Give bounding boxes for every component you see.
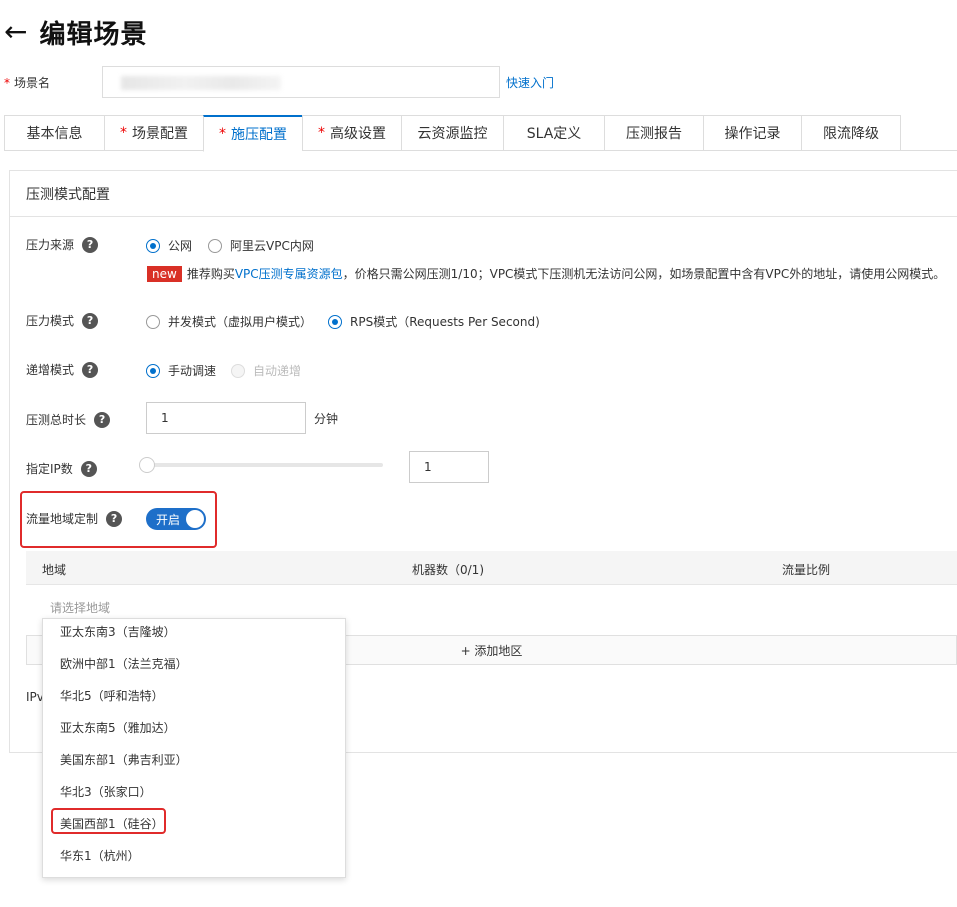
column-machine-count: 机器数（0/1) bbox=[412, 563, 484, 577]
tab-sla[interactable]: SLA定义 bbox=[503, 115, 604, 151]
notice-prefix: 推荐购买 bbox=[186, 267, 235, 281]
traffic-region-label: 流量地域定制 bbox=[26, 512, 99, 526]
highlight-us-west-1 bbox=[51, 808, 166, 834]
radio-dot bbox=[231, 363, 245, 378]
config-tabs: 基本信息 * 场景配置 * 施压配置 * 高级设置 云资源监控 SLA定义 压测报告 … bbox=[4, 115, 957, 152]
ramp-mode-label: 递增模式 bbox=[26, 363, 75, 377]
help-icon[interactable]: ? bbox=[82, 312, 99, 329]
traffic-region-row: 流量地域定制 ? bbox=[26, 510, 123, 527]
scene-name-label: * 场景名 bbox=[4, 75, 51, 90]
radio-vpc-network[interactable]: 阿里云VPC内网 bbox=[208, 237, 314, 254]
region-dropdown: 亚太东南3（吉隆坡） 欧洲中部1（法兰克福） 华北5（呼和浩特） 亚太东南5（雅… bbox=[42, 618, 346, 878]
radio-manual-speed[interactable]: 手动调速 bbox=[146, 362, 216, 379]
duration-row: 压测总时长 ? bbox=[26, 411, 111, 428]
scene-name-input[interactable] bbox=[102, 66, 500, 98]
help-icon[interactable]: ? bbox=[106, 510, 123, 527]
help-icon[interactable]: ? bbox=[80, 460, 97, 477]
region-option[interactable]: 华东1（杭州） bbox=[60, 847, 140, 864]
region-option[interactable]: 亚太东南3（吉隆坡） bbox=[60, 623, 176, 640]
vpc-package-link[interactable]: VPC压测专属资源包 bbox=[235, 265, 343, 282]
ip-count-slider-handle[interactable] bbox=[139, 457, 155, 473]
help-icon[interactable]: ? bbox=[94, 411, 111, 428]
notice-suffix: ，价格只需公网压测1/10；VPC模式下压测机无法访问公网，如场景配置中含有VP… bbox=[342, 267, 946, 281]
new-badge: new bbox=[147, 265, 182, 282]
radio-concurrency-mode[interactable]: 并发模式（虚拟用户模式） bbox=[146, 313, 312, 330]
tab-advanced[interactable]: * 高级设置 bbox=[302, 115, 401, 151]
region-option[interactable]: 美国东部1（弗吉利亚） bbox=[60, 751, 188, 768]
duration-label: 压测总时长 bbox=[26, 413, 87, 427]
tab-cloud-monitor[interactable]: 云资源监控 bbox=[401, 115, 503, 151]
region-option[interactable]: 华北3（张家口） bbox=[60, 783, 152, 800]
tab-basic-info[interactable]: 基本信息 bbox=[4, 115, 104, 151]
region-option[interactable]: 欧洲中部1（法兰克福） bbox=[60, 655, 188, 672]
pressure-mode-label: 压力模式 bbox=[26, 314, 75, 328]
tab-operation-log[interactable]: 操作记录 bbox=[703, 115, 801, 151]
pressure-mode-row: 压力模式 ? bbox=[26, 312, 99, 329]
quick-start-link[interactable]: 快速入门 bbox=[506, 74, 554, 91]
region-select[interactable]: 请选择地域 bbox=[50, 599, 110, 616]
vpc-notice: new 推荐购买 VPC压测专属资源包 ，价格只需公网压测1/10；VPC模式下… bbox=[147, 265, 945, 282]
ip-count-label: 指定IP数 bbox=[26, 462, 73, 476]
duration-input[interactable]: 1 bbox=[146, 402, 306, 434]
ramp-mode-row: 递增模式 ? bbox=[26, 361, 99, 378]
tab-load-config[interactable]: * 施压配置 bbox=[203, 115, 302, 152]
radio-dot bbox=[208, 238, 222, 253]
region-option[interactable]: 亚太东南5（雅加达） bbox=[60, 719, 176, 736]
traffic-region-toggle[interactable]: 开启 bbox=[146, 508, 206, 530]
radio-public-network[interactable]: 公网 bbox=[146, 237, 192, 254]
help-icon[interactable]: ? bbox=[82, 236, 99, 253]
duration-unit: 分钟 bbox=[314, 412, 339, 426]
column-region: 地域 bbox=[42, 563, 67, 577]
page-title: 编辑场景 bbox=[39, 19, 148, 50]
column-traffic-ratio: 流量比例 bbox=[782, 563, 831, 577]
tab-scene-config[interactable]: * 场景配置 bbox=[104, 115, 203, 151]
page-header: ← 编辑场景 bbox=[4, 10, 147, 54]
tab-report[interactable]: 压测报告 bbox=[604, 115, 703, 151]
pressure-source-row: 压力来源 ? bbox=[26, 236, 99, 253]
redacted-name bbox=[121, 76, 281, 90]
ip-count-row: 指定IP数 ? bbox=[26, 460, 97, 477]
region-option[interactable]: 华北5（呼和浩特） bbox=[60, 687, 164, 704]
scene-name-row: * 场景名 快速入门 bbox=[4, 66, 564, 98]
toggle-knob bbox=[186, 510, 204, 528]
tab-rate-limit[interactable]: 限流降级 bbox=[801, 115, 901, 151]
region-table-header: 地域 机器数（0/1) 流量比例 bbox=[26, 551, 957, 585]
ip-count-input[interactable]: 1 bbox=[409, 451, 489, 483]
radio-dot bbox=[146, 314, 160, 329]
help-icon[interactable]: ? bbox=[82, 361, 99, 378]
radio-dot bbox=[328, 314, 342, 329]
radio-dot bbox=[146, 238, 160, 253]
ip-count-slider-track[interactable] bbox=[147, 463, 383, 467]
radio-auto-increment: 自动递增 bbox=[231, 362, 301, 379]
pressure-source-label: 压力来源 bbox=[26, 238, 75, 252]
radio-rps-mode[interactable]: RPS模式（Requests Per Second) bbox=[328, 313, 540, 330]
arrow-left-icon[interactable]: ← bbox=[4, 18, 27, 46]
radio-dot bbox=[146, 363, 160, 378]
panel-title: 压测模式配置 bbox=[10, 171, 957, 217]
